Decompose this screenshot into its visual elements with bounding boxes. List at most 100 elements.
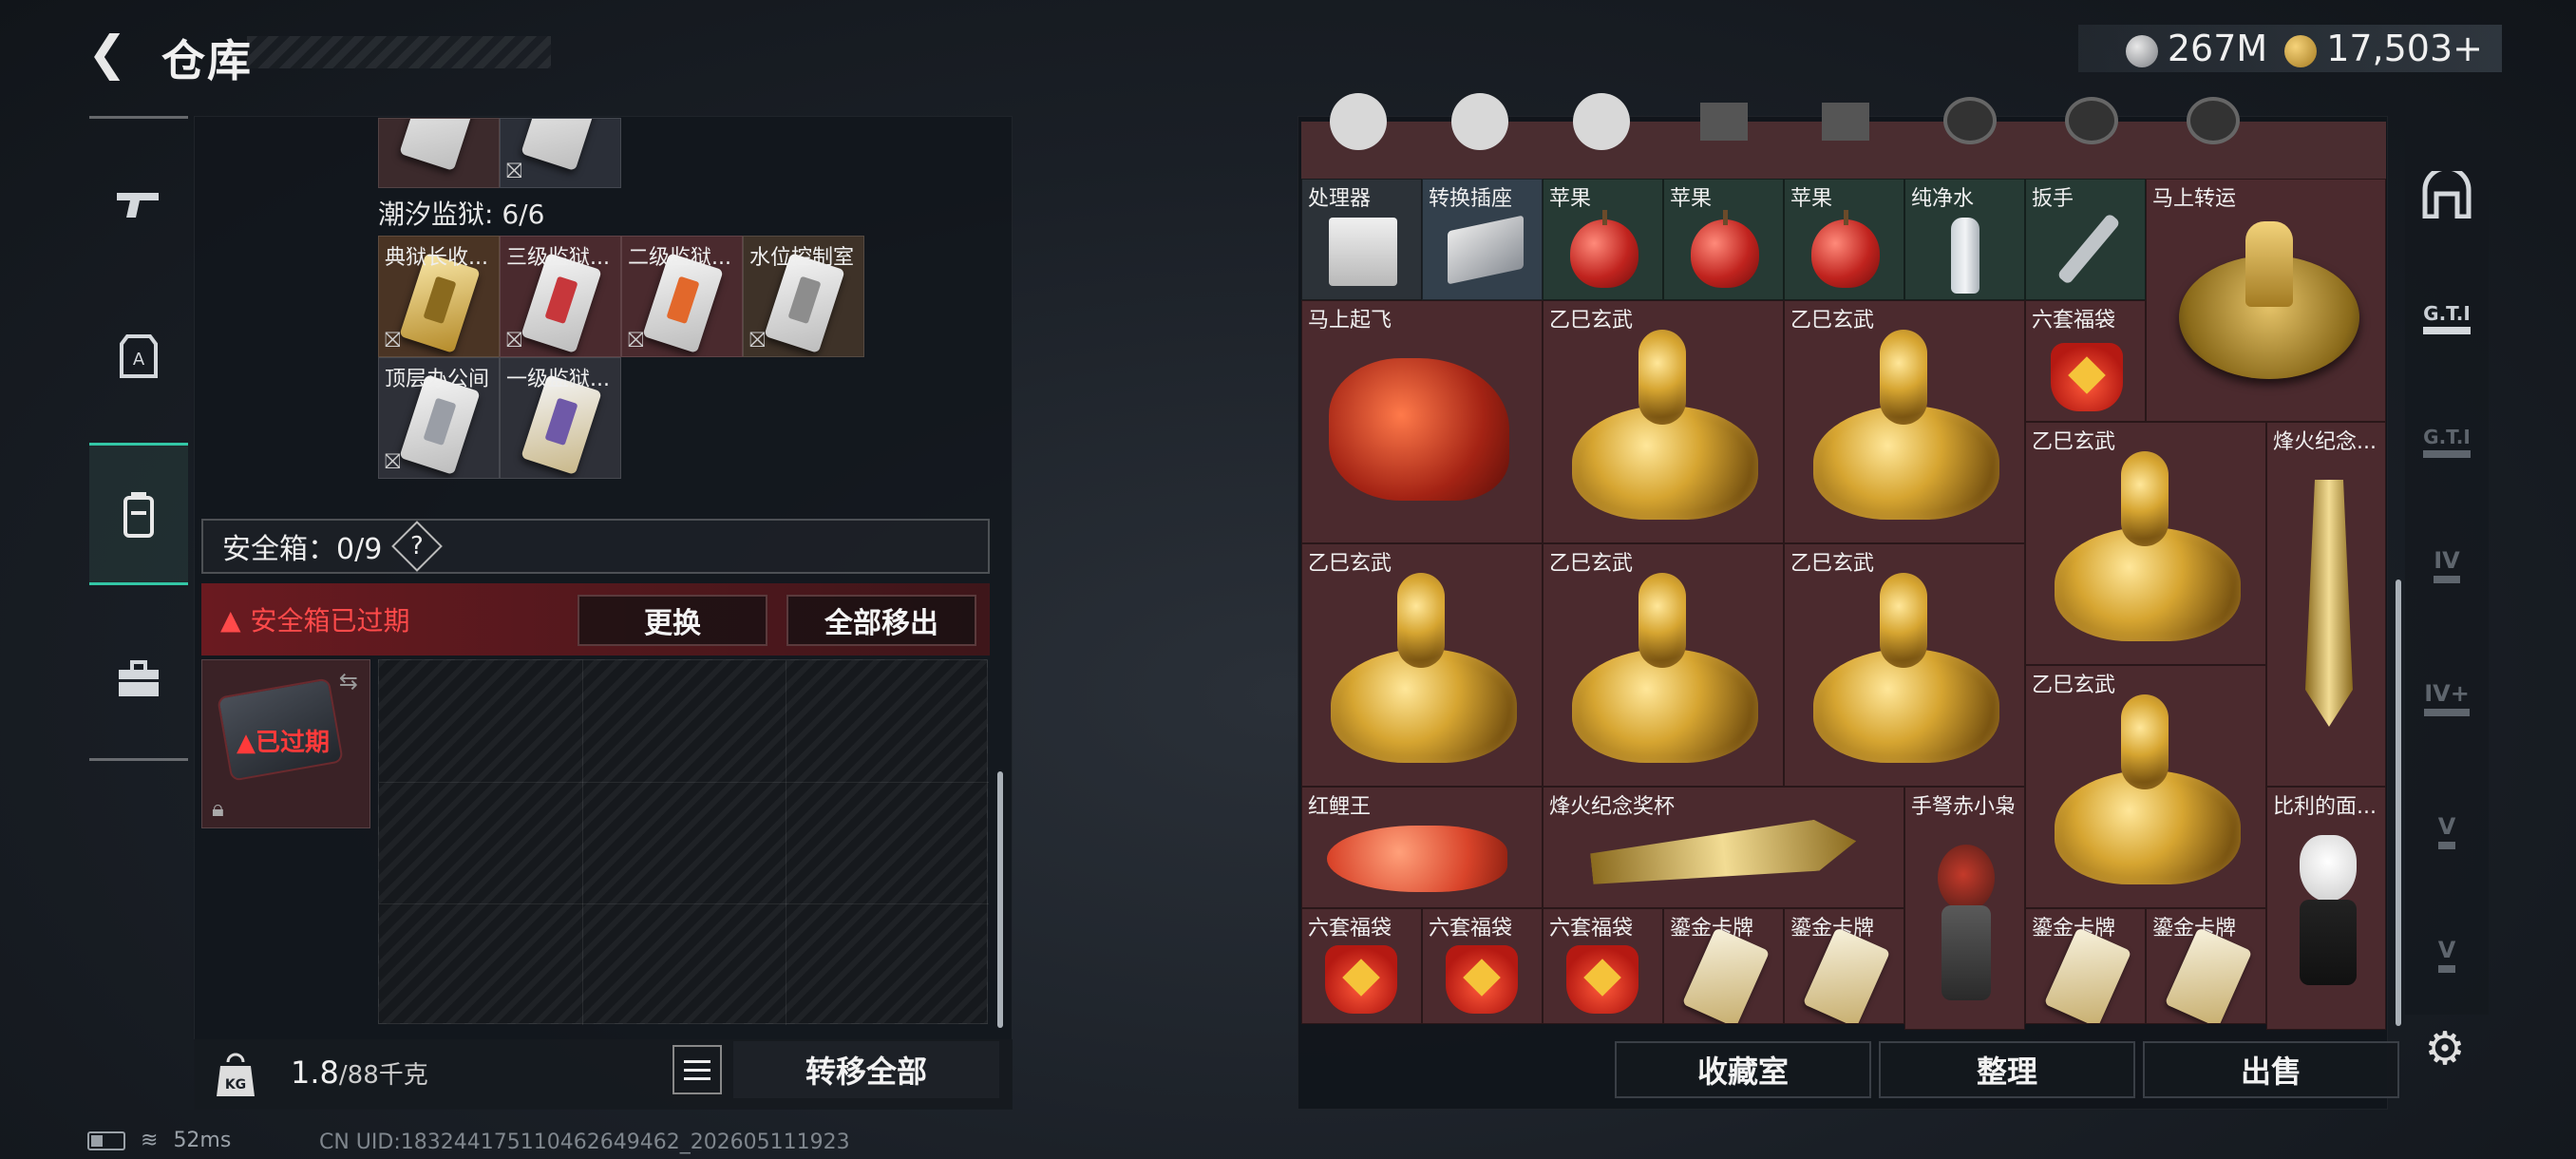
- inventory-item[interactable]: 烽火纪念...: [2266, 422, 2386, 787]
- golden-serpent-icon: [1638, 573, 1686, 668]
- organize-button[interactable]: 整理: [1879, 1041, 2135, 1098]
- move-all-out-button[interactable]: 全部移出: [786, 595, 976, 646]
- key-card[interactable]: 二级监狱... ⛝: [621, 236, 743, 357]
- nav-arch[interactable]: [2409, 142, 2485, 247]
- key-card[interactable]: 三级监狱... ⛝: [500, 236, 621, 357]
- nav-gti-folder[interactable]: G.T.I: [2409, 390, 2485, 494]
- gun-icon: [117, 193, 159, 218]
- inventory-item[interactable]: 六套福袋: [1422, 908, 1543, 1024]
- inventory-item[interactable]: 马上起飞: [1301, 300, 1543, 543]
- golden-serpent-icon: [1397, 573, 1445, 668]
- prison-label: 潮汐监狱: 6/6: [378, 199, 545, 230]
- unlock-icon: ⛝: [385, 329, 401, 352]
- nav-gti-case[interactable]: G.T.I: [2409, 266, 2485, 370]
- key-card[interactable]: 一级监狱...: [500, 357, 621, 479]
- page-title: 仓库: [161, 35, 253, 86]
- nav-armor[interactable]: A: [89, 285, 188, 428]
- inventory-item[interactable]: 鎏金卡牌: [2146, 908, 2266, 1024]
- inventory-item[interactable]: 苹果: [1543, 179, 1663, 300]
- key-card-partial-1[interactable]: [378, 118, 500, 188]
- key-card[interactable]: 典狱长收... ⛝: [378, 236, 500, 357]
- iv-folder-icon: IV: [2434, 547, 2460, 583]
- nav-iv-folder[interactable]: IV: [2409, 513, 2485, 618]
- inventory-item[interactable]: 苹果: [1663, 179, 1784, 300]
- nav-weapons[interactable]: [89, 133, 188, 276]
- help-icon[interactable]: ?: [391, 521, 444, 572]
- inventory-item[interactable]: 乙巳玄武: [2025, 422, 2266, 665]
- inventory-item[interactable]: 红鲤王: [1301, 787, 1543, 908]
- inventory-item[interactable]: 比利的面...: [2266, 787, 2386, 1030]
- inventory-item[interactable]: 处理器: [1301, 179, 1422, 300]
- key-card[interactable]: 顶层办公间 ⛝: [378, 357, 500, 479]
- gear-icon[interactable]: ⚙: [2420, 1024, 2470, 1074]
- wrench-icon: [2056, 212, 2121, 286]
- billy-mask-icon: [2300, 835, 2357, 902]
- apple-icon: [1570, 210, 1638, 288]
- v-search-icon-2: V: [2437, 937, 2456, 973]
- inventory-item[interactable]: 六套福袋: [1543, 908, 1663, 1024]
- svg-text:KG: KG: [225, 1077, 246, 1092]
- processor-icon: [1329, 218, 1397, 286]
- lucky-bag-icon: [1325, 945, 1397, 1014]
- collection-room-button[interactable]: 收藏室: [1615, 1041, 1871, 1098]
- inventory-item[interactable]: 扳手: [2025, 179, 2146, 300]
- safebox-slot[interactable]: ▲已过期 ⇆ 🔒︎: [201, 659, 370, 828]
- armor-icon: A: [120, 334, 158, 378]
- nav-v-search[interactable]: V: [2409, 779, 2485, 884]
- wifi-icon: ≋: [141, 1129, 159, 1152]
- inventory-item[interactable]: 六套福袋: [1301, 908, 1422, 1024]
- swap-icon[interactable]: ⇆: [339, 668, 358, 694]
- inventory-item[interactable]: 乙巳玄武: [1543, 300, 1784, 543]
- gti-folder-icon: G.T.I: [2423, 426, 2471, 458]
- inventory-item[interactable]: 纯净水: [1904, 179, 2025, 300]
- left-scrollbar[interactable]: [997, 771, 1003, 1028]
- sell-button[interactable]: 出售: [2143, 1041, 2399, 1098]
- inventory-item[interactable]: 鎏金卡牌: [2025, 908, 2146, 1024]
- list-view-button[interactable]: [672, 1045, 722, 1094]
- currency-bar: 267M 17,503+: [2077, 25, 2502, 72]
- horse-statue-icon: [2245, 221, 2293, 307]
- unlock-icon: ⛝: [628, 329, 644, 352]
- inventory-item[interactable]: 鎏金卡牌: [1663, 908, 1784, 1024]
- nav-iv-add[interactable]: IV+: [2409, 646, 2485, 750]
- replace-button[interactable]: 更换: [578, 595, 767, 646]
- inventory-item[interactable]: 乙巳玄武: [1301, 543, 1543, 787]
- inventory-item[interactable]: 乙巳玄武: [1784, 543, 2025, 787]
- arch-icon: [2422, 171, 2472, 218]
- inventory-item[interactable]: 六套福袋: [2025, 300, 2146, 422]
- inventory-item[interactable]: 烽火纪念奖杯: [1543, 787, 1904, 908]
- warning-icon: ▲: [220, 603, 241, 636]
- nav-v-search-2[interactable]: V: [2409, 902, 2485, 1007]
- key-card[interactable]: 水位控制室 ⛝: [743, 236, 864, 357]
- apple-icon: [1811, 210, 1880, 288]
- nav-toolbox[interactable]: [89, 608, 188, 750]
- gold-card-icon: [1802, 927, 1891, 1023]
- inventory-item[interactable]: 手弩赤小枭: [1904, 787, 2025, 1030]
- add-currency-button[interactable]: +: [2453, 28, 2483, 69]
- gold-card-icon: [2164, 927, 2253, 1023]
- inventory-item[interactable]: 鎏金卡牌: [1784, 908, 1904, 1024]
- backpack-icon: [123, 492, 154, 538]
- inventory-item[interactable]: 乙巳玄武: [2025, 665, 2266, 908]
- inventory-item[interactable]: 乙巳玄武: [1784, 300, 2025, 543]
- inventory-item[interactable]: 转换插座: [1422, 179, 1543, 300]
- apple-icon: [1691, 210, 1759, 288]
- nav-backpack[interactable]: [89, 443, 188, 585]
- gold-currency[interactable]: 17,503+: [2284, 28, 2483, 69]
- transfer-all-button[interactable]: 转移全部: [733, 1041, 999, 1098]
- silver-coin-icon: [2125, 34, 2158, 67]
- inventory-item[interactable]: 马上转运: [2146, 179, 2386, 422]
- trophy-pillar-icon: [2305, 480, 2353, 727]
- golden-serpent-icon: [1638, 330, 1686, 425]
- safebox-grid: [378, 659, 989, 1025]
- inventory-item[interactable]: 苹果: [1784, 179, 1904, 300]
- red-horse-statue-icon: [1329, 358, 1509, 501]
- key-card-partial-2[interactable]: ⛝: [500, 118, 621, 188]
- inventory-item[interactable]: 乙巳玄武: [1543, 543, 1784, 787]
- right-scrollbar[interactable]: [2396, 580, 2401, 1026]
- uid-text: CN UID:18324417511046264946​2_2026051119…: [319, 1130, 850, 1154]
- back-arrow-icon[interactable]: ❮: [87, 28, 137, 78]
- gold-coin-icon: [2284, 34, 2318, 67]
- expired-bar: ▲ 安全箱已过期 更换 全部移出: [201, 583, 990, 656]
- lock-icon: 🔒︎: [212, 795, 224, 822]
